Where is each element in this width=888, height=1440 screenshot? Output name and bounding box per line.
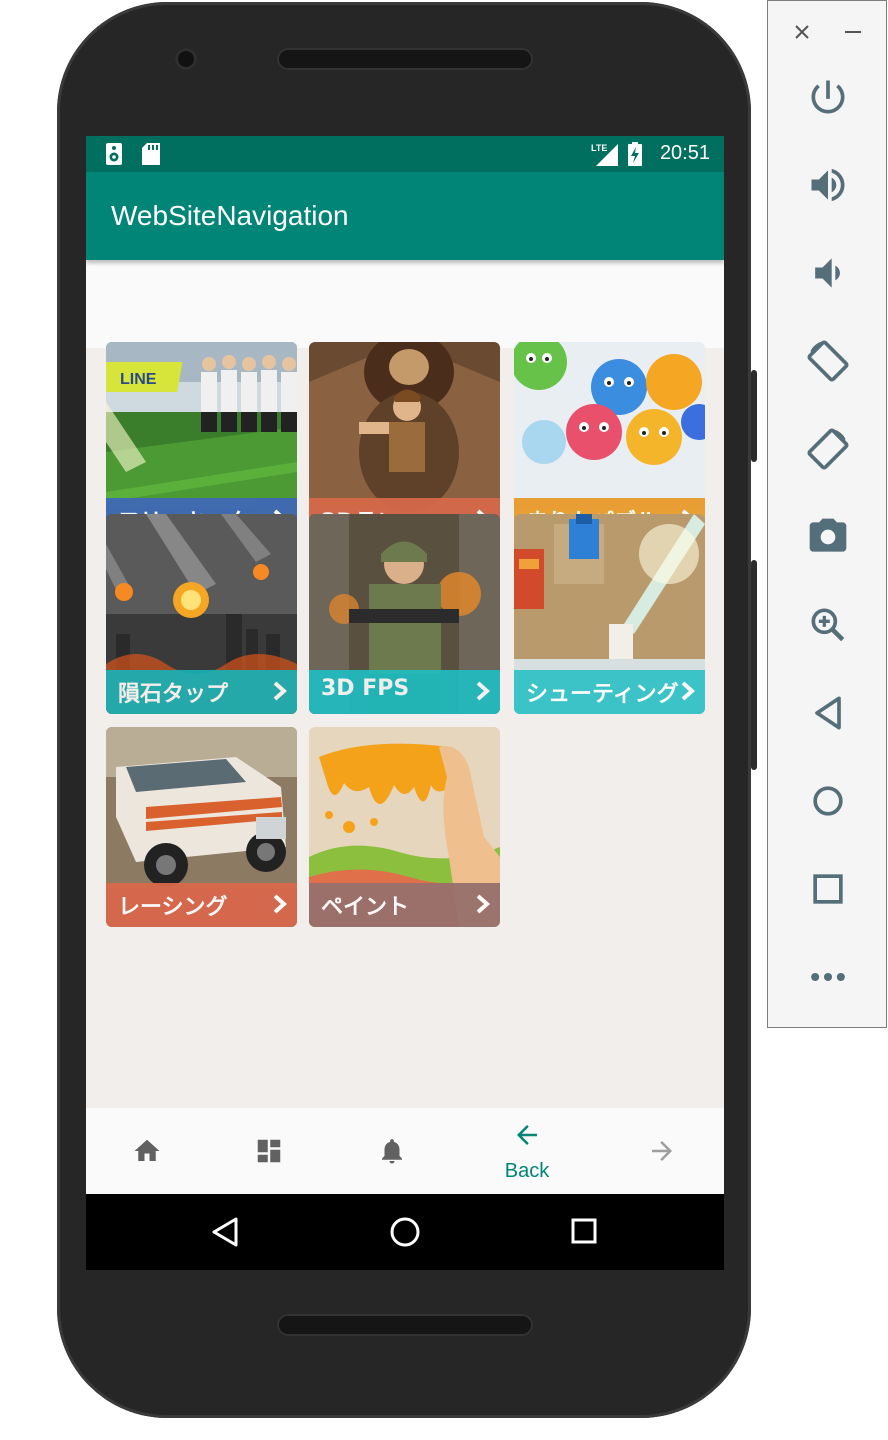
chevron-right-icon xyxy=(476,894,491,914)
recents-square-icon[interactable] xyxy=(570,1217,598,1245)
nav-item-forward[interactable] xyxy=(602,1108,722,1194)
sd-card-icon xyxy=(142,143,160,165)
tile-label-bar: ペイント xyxy=(309,883,500,927)
game-tile-meteor-tap[interactable]: 隕石タップ xyxy=(106,514,297,714)
dashboard-icon xyxy=(257,1139,281,1163)
power-side-button xyxy=(751,370,757,462)
tile-label: レーシング xyxy=(118,895,228,920)
earpiece-speaker xyxy=(277,48,533,70)
chevron-right-icon xyxy=(273,894,288,914)
game-tile-free-kick[interactable]: LINE フリーキック xyxy=(106,342,297,542)
game-tile-racing[interactable]: レーシング xyxy=(106,727,297,927)
status-bar: LTE 20:51 xyxy=(86,136,724,172)
emulator-toolbar xyxy=(767,0,887,1028)
minimize-icon[interactable] xyxy=(844,30,862,34)
home-icon xyxy=(134,1139,160,1161)
svg-text:LINE: LINE xyxy=(120,371,157,388)
nav-back-label: Back xyxy=(504,1160,550,1182)
speaker-notification-icon xyxy=(106,143,122,165)
game-tile-paint[interactable]: ペイント xyxy=(309,727,500,927)
home-circle-icon[interactable] xyxy=(389,1216,421,1248)
app-bar: WebSiteNavigation xyxy=(86,172,724,260)
game-tile-marimo-puzzle[interactable]: まりもパズル xyxy=(514,342,705,542)
chevron-right-icon xyxy=(476,681,491,701)
nav-item-dashboard[interactable] xyxy=(209,1108,329,1194)
chevron-right-icon xyxy=(273,681,288,701)
rotate-left-icon[interactable] xyxy=(806,339,850,383)
front-camera xyxy=(175,48,197,70)
home-icon[interactable] xyxy=(806,779,850,823)
webview-content[interactable]: LINE フリーキック xyxy=(86,342,724,1270)
zoom-icon[interactable] xyxy=(806,603,850,647)
camera-icon[interactable] xyxy=(806,515,850,559)
tile-label-bar: シューティング xyxy=(514,670,705,714)
network-type-label: LTE xyxy=(591,143,607,153)
tile-label: 隕石タップ xyxy=(118,682,229,707)
chevron-right-icon xyxy=(681,681,696,701)
system-navigation-bar xyxy=(86,1194,724,1270)
app-title: WebSiteNavigation xyxy=(111,200,349,231)
nav-item-home[interactable] xyxy=(87,1108,207,1194)
rotate-right-icon[interactable] xyxy=(806,427,850,471)
more-icon[interactable] xyxy=(806,955,850,999)
power-icon[interactable] xyxy=(806,75,850,119)
bottom-speaker xyxy=(277,1314,533,1336)
volume-side-button xyxy=(751,560,757,770)
nav-item-back[interactable]: Back xyxy=(467,1108,587,1194)
tile-label: ペイント xyxy=(321,895,410,920)
back-triangle-icon[interactable] xyxy=(210,1216,240,1248)
device-screen: LTE 20:51 WebSiteNavigation LINE 隕石タップ 3… xyxy=(86,136,724,1270)
tile-label-bar: 隕石タップ xyxy=(106,670,297,714)
bell-icon xyxy=(382,1139,402,1164)
back-icon[interactable] xyxy=(806,691,850,735)
battery-charging-icon xyxy=(628,142,642,166)
volume-down-icon[interactable] xyxy=(806,251,850,295)
overview-icon[interactable] xyxy=(806,867,850,911)
tile-label: 3D FPS xyxy=(321,676,410,701)
tile-label: シューティング xyxy=(526,682,679,707)
game-tile-3d-run[interactable]: 3Dラン xyxy=(309,342,500,542)
game-tile-3d-fps[interactable]: 3D FPS xyxy=(309,514,500,714)
tile-label-bar: 3D FPS xyxy=(309,670,500,714)
arrow-forward-icon xyxy=(652,1141,672,1161)
bottom-navigation: Back xyxy=(86,1108,724,1194)
close-icon[interactable] xyxy=(793,23,811,41)
status-time: 20:51 xyxy=(659,142,710,164)
lte-signal-icon: LTE xyxy=(591,143,618,166)
nav-item-notifications[interactable] xyxy=(332,1108,452,1194)
arrow-back-icon xyxy=(517,1125,537,1145)
tile-label-bar: レーシング xyxy=(106,883,297,927)
game-tile-shooting[interactable]: シューティング xyxy=(514,514,705,714)
volume-up-icon[interactable] xyxy=(806,163,850,207)
